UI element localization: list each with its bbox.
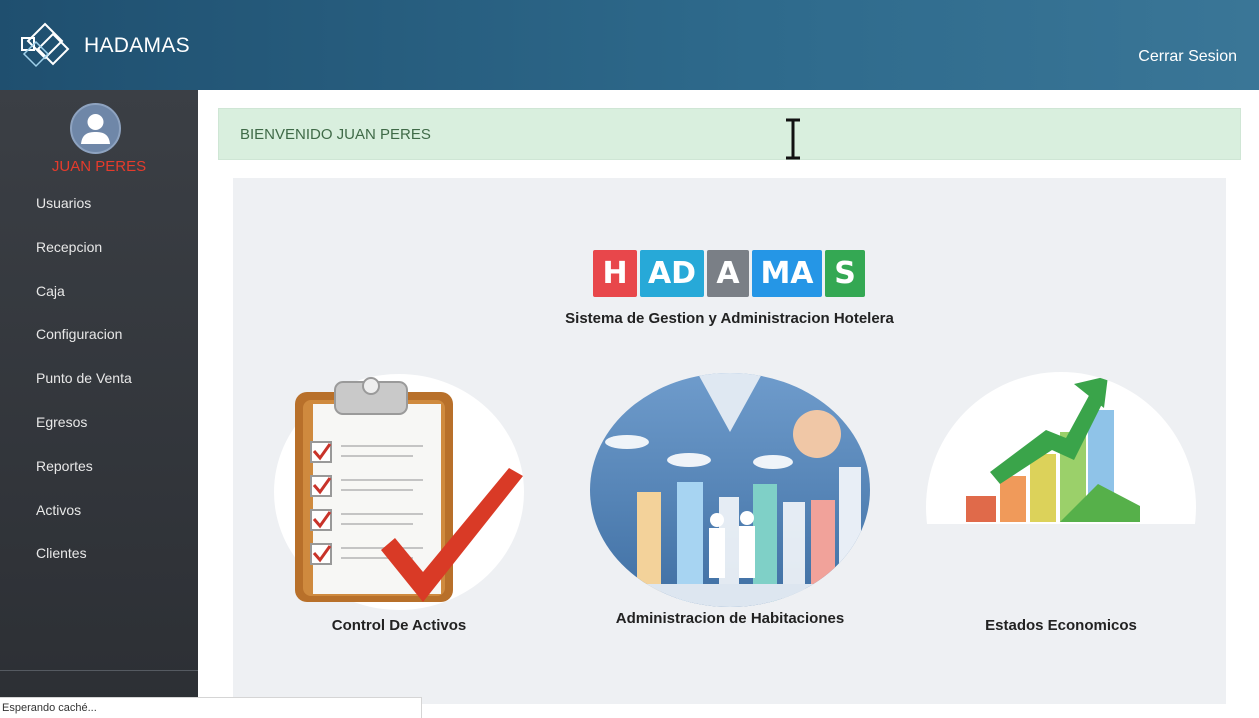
sidebar-item-configuracion[interactable]: Configuracion <box>0 323 198 367</box>
sidebar: JUAN PERES Usuarios Recepcion Caja Confi… <box>0 90 198 718</box>
sidebar-item-usuarios[interactable]: Usuarios <box>0 192 198 236</box>
logo-tile-ma: MA <box>752 250 822 297</box>
sidebar-item-clientes[interactable]: Clientes <box>0 542 198 586</box>
logo-tile-h: H <box>593 250 637 297</box>
status-bar: Esperando caché... <box>0 697 422 718</box>
hero-subtitle: Sistema de Gestion y Administracion Hote… <box>565 310 894 327</box>
welcome-banner: BIENVENIDO JUAN PERES <box>218 108 1241 160</box>
growth-bar-chart-icon[interactable] <box>926 372 1196 524</box>
hadamas-logo-icon <box>21 22 70 68</box>
user-icon <box>81 114 110 144</box>
avatar[interactable] <box>70 103 121 154</box>
sidebar-item-reportes[interactable]: Reportes <box>0 455 198 499</box>
text-cursor-icon <box>786 118 800 160</box>
sidebar-item-egresos[interactable]: Egresos <box>0 411 198 455</box>
logo-tile-a: A <box>707 250 749 297</box>
card-caption-activos[interactable]: Control De Activos <box>273 617 525 634</box>
card-caption-habitaciones[interactable]: Administracion de Habitaciones <box>589 610 871 627</box>
sidebar-divider <box>0 670 198 671</box>
username: JUAN PERES <box>51 158 147 175</box>
sidebar-item-recepcion[interactable]: Recepcion <box>0 236 198 280</box>
sidebar-item-caja[interactable]: Caja <box>0 280 198 324</box>
clipboard-checklist-icon[interactable] <box>273 372 525 612</box>
card-caption-estados[interactable]: Estados Economicos <box>926 617 1196 634</box>
sidebar-item-activos[interactable]: Activos <box>0 499 198 543</box>
top-bar: HADAMAS Cerrar Sesion <box>0 0 1259 90</box>
logout-link[interactable]: Cerrar Sesion <box>1138 48 1237 66</box>
logo-tile-ad: AD <box>640 250 704 297</box>
logo-tile-s: S <box>825 250 865 297</box>
hadamas-logo-tiles: H AD A MA S <box>593 250 868 297</box>
app-title: HADAMAS <box>84 34 190 57</box>
brand[interactable]: HADAMAS <box>18 20 190 72</box>
main-panel: H AD A MA S Sistema de Gestion y Adminis… <box>233 178 1226 704</box>
sidebar-nav: Usuarios Recepcion Caja Configuracion Pu… <box>0 192 198 586</box>
business-handshake-city-icon[interactable] <box>589 372 871 608</box>
sidebar-item-punto-de-venta[interactable]: Punto de Venta <box>0 367 198 411</box>
